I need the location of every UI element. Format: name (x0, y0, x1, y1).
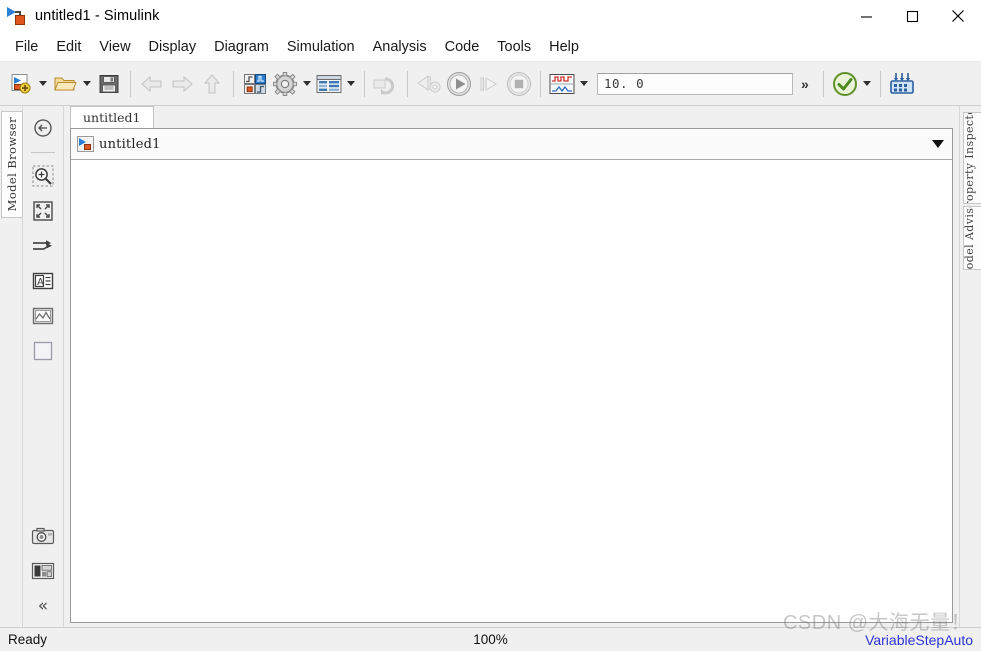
check-circle-dropdown[interactable] (860, 69, 874, 99)
menu-display[interactable]: Display (140, 36, 206, 58)
solver-name[interactable]: VariableStepAuto (865, 632, 973, 648)
new-model-icon[interactable] (6, 69, 36, 99)
window-controls (843, 0, 981, 32)
navigate-back-icon (137, 69, 167, 99)
signal-routing-icon[interactable] (29, 232, 57, 260)
property-inspector-tab-label: Property Inspector (963, 112, 976, 204)
model-canvas-frame: untitled1 (70, 128, 953, 623)
collapse-rail-glyph: « (37, 596, 49, 616)
status-bar: Ready 100% VariableStepAuto (0, 627, 981, 651)
signal-scope-dropdown[interactable] (577, 69, 591, 99)
menu-edit[interactable]: Edit (47, 36, 90, 58)
fast-restart-icon (414, 69, 444, 99)
step-forward-icon (474, 69, 504, 99)
document-area: untitled1 untitled1 (64, 106, 959, 627)
stop-icon (504, 69, 534, 99)
toolbar-separator (540, 70, 541, 97)
model-explorer-icon[interactable] (314, 69, 344, 99)
svg-text:A: A (37, 277, 44, 288)
zoom-region-icon[interactable] (29, 162, 57, 190)
model-browser-dock: Model Browser (0, 106, 23, 627)
document-tab-label: untitled1 (83, 110, 141, 125)
menu-code[interactable]: Code (436, 36, 489, 58)
signal-scope-icon[interactable] (547, 69, 577, 99)
menu-help[interactable]: Help (540, 36, 588, 58)
menu-diagram[interactable]: Diagram (205, 36, 278, 58)
simulink-window: untitled1 - Simulink File Edit View Disp… (0, 0, 981, 651)
maximize-icon[interactable] (889, 0, 935, 32)
canvas-tool-rail: A « (23, 106, 64, 627)
legend-layout-icon[interactable] (29, 557, 57, 585)
property-inspector-tab[interactable]: Property Inspector (963, 112, 981, 204)
model-browser-tab[interactable]: Model Browser (1, 111, 23, 218)
toolbar-separator (407, 70, 408, 97)
zoom-level: 100% (473, 632, 508, 647)
gear-dropdown[interactable] (300, 69, 314, 99)
title-bar: untitled1 - Simulink (0, 0, 981, 32)
breadcrumb-label: untitled1 (99, 136, 161, 152)
close-icon[interactable] (935, 0, 981, 32)
stop-time-value: 10. 0 (604, 76, 645, 91)
toolbar: 10. 0 » (0, 62, 981, 106)
open-folder-icon[interactable] (50, 69, 80, 99)
menu-file[interactable]: File (6, 36, 47, 58)
library-browser-icon[interactable] (240, 69, 270, 99)
rail-separator (31, 152, 55, 153)
model-browser-tab-label: Model Browser (5, 117, 19, 212)
toolbar-overflow-button[interactable]: » (801, 76, 809, 92)
refresh-model-icon (371, 69, 401, 99)
save-floppy-icon[interactable] (94, 69, 124, 99)
workspace: Model Browser A « untitled1 untitled1 Pr… (0, 106, 981, 627)
model-explorer-dropdown[interactable] (344, 69, 358, 99)
toolbar-separator (364, 70, 365, 97)
model-advisor-tab-label: Model Advisor (963, 206, 976, 270)
menu-simulation[interactable]: Simulation (278, 36, 364, 58)
menu-bar: File Edit View Display Diagram Simulatio… (0, 32, 981, 62)
simulink-model-icon (77, 136, 94, 152)
menu-view[interactable]: View (90, 36, 139, 58)
window-title: untitled1 - Simulink (35, 8, 160, 24)
navigate-up-icon (197, 69, 227, 99)
document-tabstrip: untitled1 (64, 106, 959, 128)
model-advisor-tab[interactable]: Model Advisor (963, 206, 981, 270)
open-folder-dropdown[interactable] (80, 69, 94, 99)
hardware-chip-icon[interactable] (887, 69, 917, 99)
stop-time-input[interactable]: 10. 0 (597, 72, 793, 95)
run-icon[interactable] (444, 69, 474, 99)
check-circle-icon[interactable] (830, 69, 860, 99)
toolbar-separator (233, 70, 234, 97)
chevron-down-icon[interactable] (932, 140, 944, 148)
document-tab-untitled1[interactable]: untitled1 (70, 106, 154, 128)
new-model-dropdown[interactable] (36, 69, 50, 99)
menu-tools[interactable]: Tools (488, 36, 540, 58)
fit-to-view-icon[interactable] (29, 197, 57, 225)
minimize-icon[interactable] (843, 0, 889, 32)
toolbar-separator (879, 70, 881, 97)
navigate-forward-icon (167, 69, 197, 99)
simulink-model-icon (7, 6, 29, 26)
annotation-area-icon[interactable] (29, 337, 57, 365)
breadcrumb: untitled1 (71, 129, 952, 160)
toolbar-separator (130, 70, 131, 97)
toolbar-separator (822, 70, 824, 97)
collapse-rail-icon[interactable]: « (29, 592, 57, 620)
gear-icon[interactable] (270, 69, 300, 99)
navigate-up-icon[interactable] (29, 114, 57, 142)
annotation-text-icon[interactable]: A (29, 267, 57, 295)
right-dock: Property Inspector Model Advisor (959, 106, 981, 627)
annotation-image-icon[interactable] (29, 302, 57, 330)
camera-snapshot-icon[interactable] (29, 522, 57, 550)
menu-analysis[interactable]: Analysis (364, 36, 436, 58)
model-canvas[interactable] (71, 160, 952, 622)
